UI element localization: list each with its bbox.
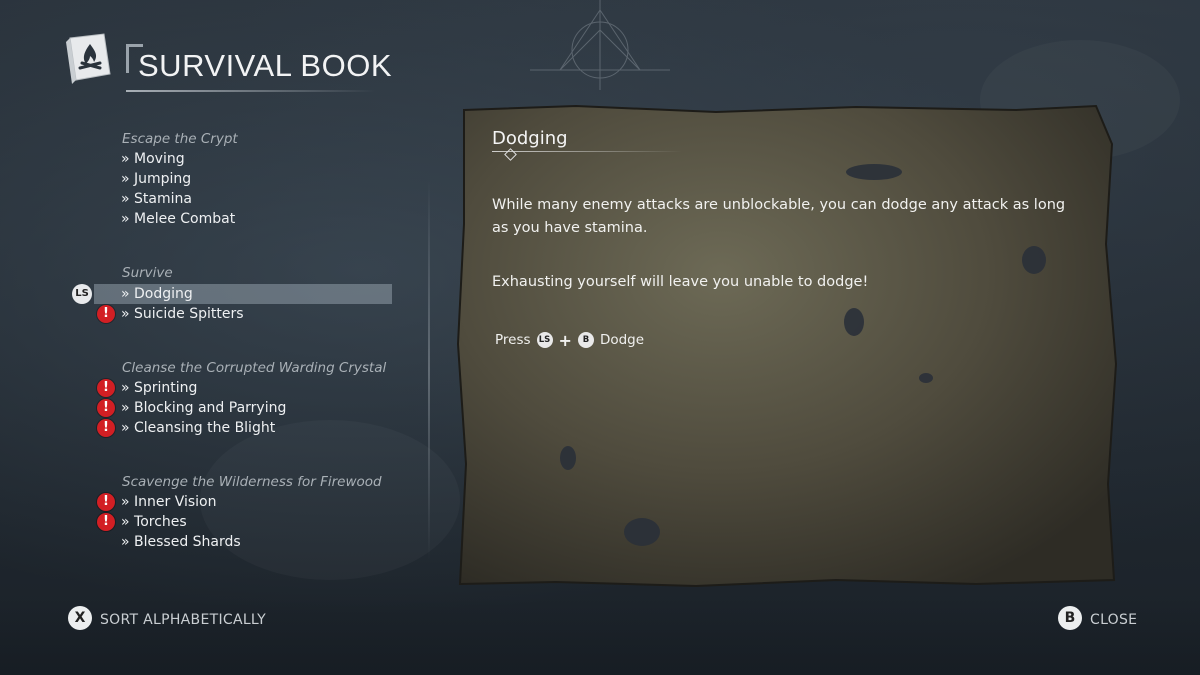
list-item-label: » Torches bbox=[121, 514, 187, 530]
control-press-label: Press bbox=[495, 332, 531, 348]
list-item-sprinting[interactable]: » Sprinting bbox=[94, 378, 392, 398]
list-item-torches[interactable]: » Torches bbox=[94, 512, 392, 532]
list-item-label: » Sprinting bbox=[121, 380, 198, 396]
b-button-icon: B bbox=[577, 332, 594, 348]
topic-list: Escape the Crypt » Moving » Jumping » St… bbox=[0, 0, 440, 675]
list-item-moving[interactable]: » Moving bbox=[94, 149, 392, 169]
plus-sign: + bbox=[558, 330, 572, 350]
x-button-icon[interactable]: X bbox=[68, 606, 92, 630]
list-item-label: » Inner Vision bbox=[121, 494, 217, 510]
list-item-stamina[interactable]: » Stamina bbox=[94, 189, 392, 209]
entry-paragraph: Exhausting yourself will leave you unabl… bbox=[492, 274, 869, 290]
list-item-blocking-and-parrying[interactable]: » Blocking and Parrying bbox=[94, 398, 392, 418]
entry-title-underline bbox=[492, 151, 682, 152]
list-item-label: » Moving bbox=[121, 151, 185, 167]
list-item-label: » Blocking and Parrying bbox=[121, 400, 287, 416]
sort-alphabetically-button[interactable]: SORT ALPHABETICALLY bbox=[100, 612, 266, 628]
left-stick-selector-icon: LS bbox=[72, 284, 92, 304]
entry-paragraph: While many enemy attacks are unblockable… bbox=[492, 197, 1066, 236]
list-item-label: » Dodging bbox=[121, 286, 193, 302]
list-item-jumping[interactable]: » Jumping bbox=[94, 169, 392, 189]
list-item-dodging[interactable]: » Dodging bbox=[94, 284, 392, 304]
b-button-icon[interactable]: B bbox=[1058, 606, 1082, 630]
emblem-decoration bbox=[530, 0, 670, 90]
left-stick-button-icon: LS bbox=[536, 332, 553, 348]
section-title: Scavenge the Wilderness for Firewood bbox=[122, 474, 382, 490]
section-title: Escape the Crypt bbox=[122, 131, 238, 147]
entry-title: Dodging bbox=[492, 128, 568, 149]
list-item-label: » Stamina bbox=[121, 191, 192, 207]
list-item-label: » Jumping bbox=[121, 171, 192, 187]
list-item-melee-combat[interactable]: » Melee Combat bbox=[94, 209, 392, 229]
list-item-inner-vision[interactable]: » Inner Vision bbox=[94, 492, 392, 512]
control-action-label: Dodge bbox=[599, 332, 645, 348]
list-item-label: » Suicide Spitters bbox=[121, 306, 244, 322]
list-item-label: » Cleansing the Blight bbox=[121, 420, 276, 436]
footer-bar bbox=[0, 596, 1200, 675]
list-item-label: » Melee Combat bbox=[121, 211, 236, 227]
control-hint: Press LS + B Dodge bbox=[495, 330, 644, 350]
section-title: Cleanse the Corrupted Warding Crystal bbox=[122, 360, 387, 376]
list-item-blessed-shards[interactable]: » Blessed Shards bbox=[94, 532, 392, 552]
list-item-cleansing-the-blight[interactable]: » Cleansing the Blight bbox=[94, 418, 392, 438]
list-item-label: » Blessed Shards bbox=[121, 534, 241, 550]
section-title: Survive bbox=[122, 265, 173, 281]
close-button[interactable]: CLOSE bbox=[1090, 612, 1137, 628]
list-item-suicide-spitters[interactable]: » Suicide Spitters bbox=[94, 304, 392, 324]
list-scroll-divider bbox=[428, 180, 430, 560]
